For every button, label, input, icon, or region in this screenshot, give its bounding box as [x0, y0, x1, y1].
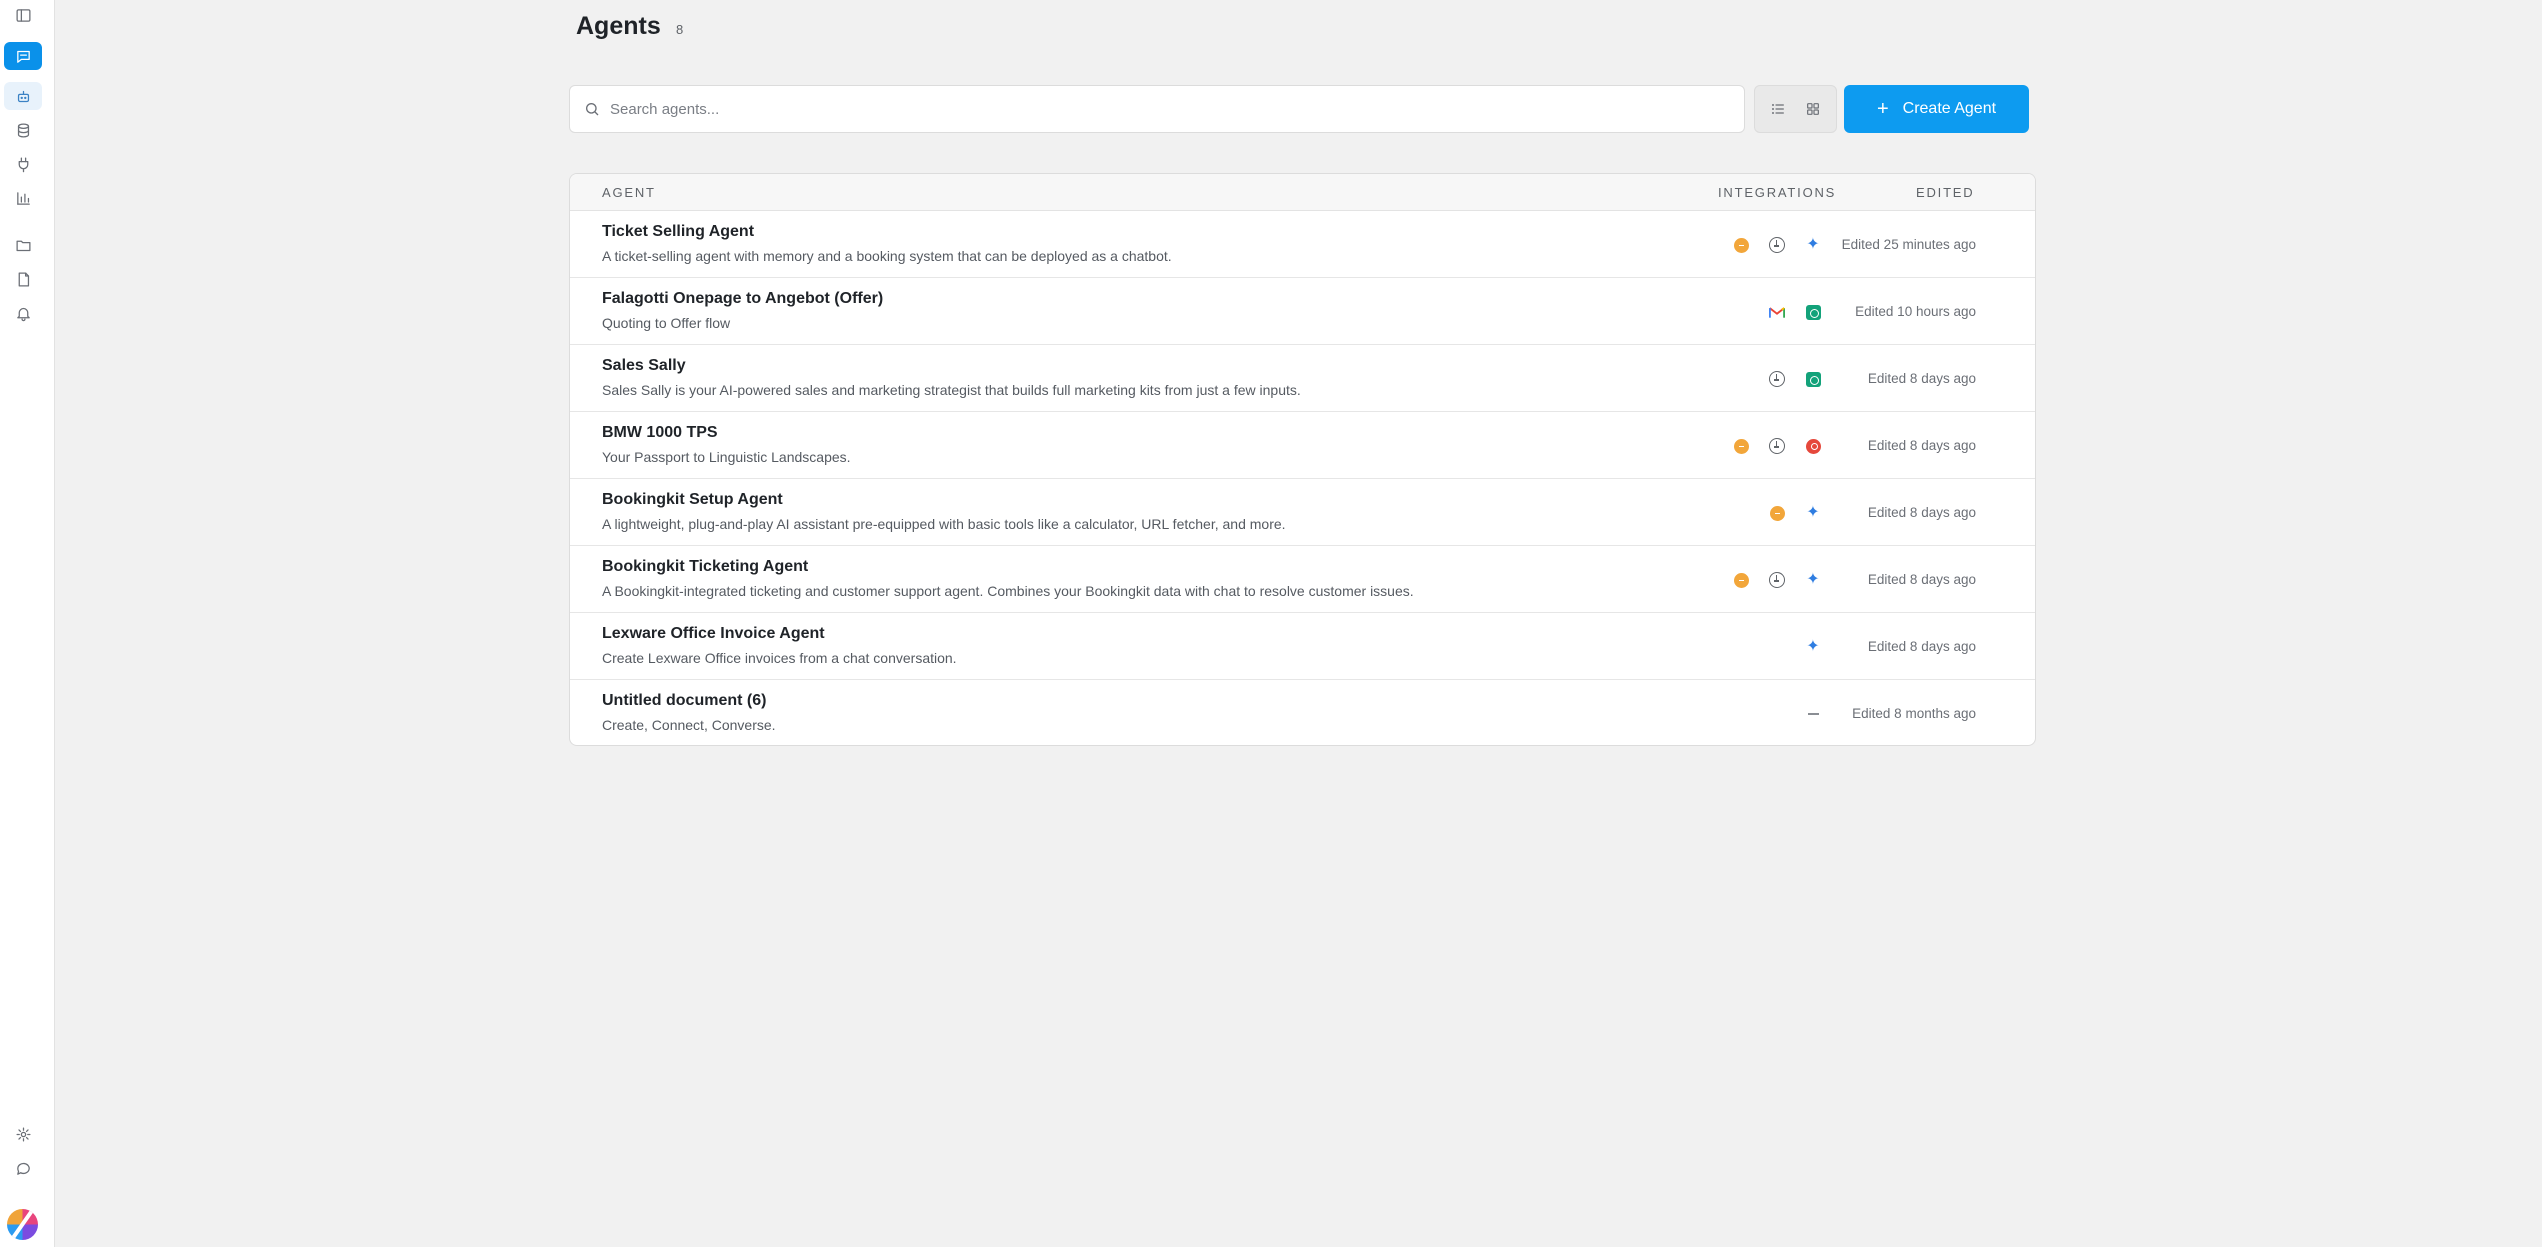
edited-timestamp: Edited 25 minutes ago — [1841, 237, 1976, 252]
agent-description: A Bookingkit-integrated ticketing and cu… — [602, 583, 1414, 599]
green-app-icon — [1805, 371, 1821, 387]
list-icon — [1772, 104, 1785, 114]
gmail-icon — [1769, 304, 1785, 320]
agent-description: A lightweight, plug-and-play AI assistan… — [602, 516, 1286, 532]
integrations-list: ✦ — [1733, 233, 1821, 257]
table-row[interactable]: BMW 1000 TPS Your Passport to Linguistic … — [570, 412, 2035, 479]
agent-description: Sales Sally is your AI-powered sales and… — [602, 382, 1301, 398]
clock-icon — [1769, 438, 1785, 454]
edited-timestamp: Edited 8 days ago — [1867, 371, 1976, 386]
integrations-list — [1805, 702, 1821, 726]
red-app-icon — [1805, 438, 1821, 454]
table-row[interactable]: Bookingkit Ticketing Agent A Bookingkit-i… — [570, 546, 2035, 613]
table-row[interactable]: Untitled document (6) Create, Connect, Co… — [570, 680, 2035, 745]
avatar[interactable] — [7, 1209, 38, 1240]
view-toggle — [1754, 85, 1837, 133]
message-icon[interactable] — [4, 1154, 42, 1182]
plug-icon[interactable] — [4, 150, 42, 178]
bot-icon[interactable] — [4, 82, 42, 110]
integrations-list: ✦ — [1733, 568, 1821, 592]
agent-name[interactable]: Sales Sally — [602, 357, 686, 375]
integrations-list — [1769, 367, 1821, 391]
sparkle-icon: ✦ — [1806, 638, 1820, 655]
grid-view-button[interactable] — [1798, 94, 1828, 124]
clock-icon — [1769, 572, 1785, 588]
agent-count-badge: 8 — [676, 22, 684, 37]
chat-icon[interactable] — [4, 42, 42, 70]
create-agent-button[interactable]: + Create Agent — [1844, 85, 2029, 133]
sparkle-icon: ✦ — [1806, 236, 1820, 253]
chart-icon[interactable] — [4, 184, 42, 212]
database-icon[interactable] — [4, 116, 42, 144]
sidebar-toggle-icon[interactable] — [4, 1, 42, 29]
agents-table: Agent Integrations Edited Ticket Selling… — [569, 173, 2036, 746]
orange-dot-icon — [1733, 237, 1749, 253]
integrations-list — [1769, 300, 1821, 324]
column-header-agent[interactable]: Agent — [602, 185, 656, 200]
plus-icon: + — [1876, 98, 1889, 120]
agent-name[interactable]: Ticket Selling Agent — [602, 223, 754, 241]
sparkle-icon: ✦ — [1806, 504, 1820, 521]
edited-timestamp: Edited 8 days ago — [1867, 639, 1976, 654]
agent-description: Create Lexware Office invoices from a ch… — [602, 650, 957, 666]
integrations-list: ✦ — [1769, 501, 1821, 525]
table-row[interactable]: Ticket Selling Agent A ticket-selling age… — [570, 211, 2035, 278]
agent-name[interactable]: Bookingkit Ticketing Agent — [602, 558, 808, 576]
sidebar — [0, 0, 55, 1247]
agent-description: Your Passport to Linguistic Landscapes. — [602, 449, 851, 465]
clock-icon — [1769, 237, 1785, 253]
table-row[interactable]: Falagotti Onepage to Angebot (Offer) Quot… — [570, 278, 2035, 345]
edited-timestamp: Edited 10 hours ago — [1855, 304, 1976, 319]
column-header-edited[interactable]: Edited — [1916, 185, 1974, 200]
orange-dot-icon — [1733, 572, 1749, 588]
bell-icon[interactable] — [4, 299, 42, 327]
create-agent-label: Create Agent — [1902, 100, 1997, 117]
clock-icon — [1769, 371, 1785, 387]
search-box[interactable] — [569, 85, 1745, 133]
orange-dot-icon — [1733, 438, 1749, 454]
agent-name[interactable]: Untitled document (6) — [602, 692, 766, 710]
file-icon[interactable] — [4, 265, 42, 293]
folder-icon[interactable] — [4, 231, 42, 259]
page-title: Agents — [576, 12, 661, 40]
column-header-integrations[interactable]: Integrations — [1718, 185, 1836, 200]
search-icon — [586, 103, 599, 116]
edited-timestamp: Edited 8 days ago — [1867, 438, 1976, 453]
grid-icon — [1806, 103, 1819, 115]
table-row[interactable]: Sales Sally Sales Sally is your AI-powere… — [570, 345, 2035, 412]
edited-timestamp: Edited 8 days ago — [1867, 572, 1976, 587]
search-input[interactable] — [610, 100, 1744, 118]
edited-timestamp: Edited 8 days ago — [1867, 505, 1976, 520]
integrations-list — [1733, 434, 1821, 458]
agent-description: Quoting to Offer flow — [602, 315, 731, 331]
agent-description: Create, Connect, Converse. — [602, 717, 776, 733]
sparkle-icon: ✦ — [1806, 571, 1820, 588]
table-row[interactable]: Lexware Office Invoice Agent Create Lexwa… — [570, 613, 2035, 680]
orange-dot-icon — [1769, 505, 1785, 521]
list-view-button[interactable] — [1763, 94, 1793, 124]
agent-name[interactable]: Bookingkit Setup Agent — [602, 491, 783, 509]
table-body: Ticket Selling Agent A ticket-selling age… — [570, 211, 2035, 745]
agent-description: A ticket-selling agent with memory and a… — [602, 248, 1172, 264]
table-row[interactable]: Bookingkit Setup Agent A lightweight, plu… — [570, 479, 2035, 546]
integrations-list: ✦ — [1805, 635, 1821, 659]
edited-timestamp: Edited 8 months ago — [1852, 706, 1976, 721]
table-header: Agent Integrations Edited — [570, 174, 2035, 211]
settings-icon[interactable] — [4, 1120, 42, 1148]
agent-name[interactable]: Lexware Office Invoice Agent — [602, 625, 825, 643]
dash-icon — [1805, 706, 1821, 722]
agent-name[interactable]: BMW 1000 TPS — [602, 424, 718, 442]
green-app-icon — [1805, 304, 1821, 320]
agent-name[interactable]: Falagotti Onepage to Angebot (Offer) — [602, 290, 883, 308]
